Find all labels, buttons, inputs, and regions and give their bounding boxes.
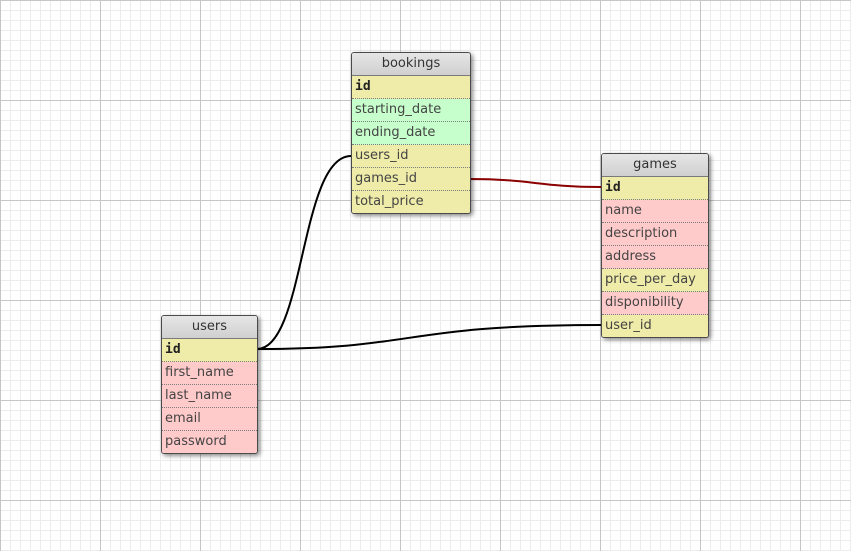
table-title[interactable]: bookings bbox=[352, 53, 470, 76]
table-title[interactable]: users bbox=[162, 316, 257, 339]
field-row[interactable]: name bbox=[602, 200, 708, 223]
field-row[interactable]: description bbox=[602, 223, 708, 246]
schema-canvas[interactable]: bookings id starting_date ending_date us… bbox=[0, 0, 851, 551]
field-row[interactable]: disponibility bbox=[602, 292, 708, 315]
table-games[interactable]: games id name description address price_… bbox=[601, 153, 709, 338]
field-row[interactable]: password bbox=[162, 431, 257, 453]
field-row[interactable]: last_name bbox=[162, 385, 257, 408]
table-users[interactable]: users id first_name last_name email pass… bbox=[161, 315, 258, 454]
field-row[interactable]: games_id bbox=[352, 168, 470, 191]
field-row[interactable]: email bbox=[162, 408, 257, 431]
relation-games-user_id-to-users-id[interactable] bbox=[256, 324, 602, 350]
relation-bookings-games_id-to-games-id[interactable] bbox=[469, 178, 602, 188]
field-row[interactable]: address bbox=[602, 246, 708, 269]
field-row[interactable]: id bbox=[162, 339, 257, 362]
field-row[interactable]: starting_date bbox=[352, 99, 470, 122]
field-row[interactable]: ending_date bbox=[352, 122, 470, 145]
field-row[interactable]: id bbox=[352, 76, 470, 99]
field-row[interactable]: first_name bbox=[162, 362, 257, 385]
table-bookings[interactable]: bookings id starting_date ending_date us… bbox=[351, 52, 471, 214]
field-row[interactable]: price_per_day bbox=[602, 269, 708, 292]
table-title[interactable]: games bbox=[602, 154, 708, 177]
field-row[interactable]: users_id bbox=[352, 145, 470, 168]
field-row[interactable]: total_price bbox=[352, 191, 470, 213]
relation-bookings-users_id-to-users-id[interactable] bbox=[256, 155, 352, 350]
field-row[interactable]: id bbox=[602, 177, 708, 200]
field-row[interactable]: user_id bbox=[602, 315, 708, 337]
